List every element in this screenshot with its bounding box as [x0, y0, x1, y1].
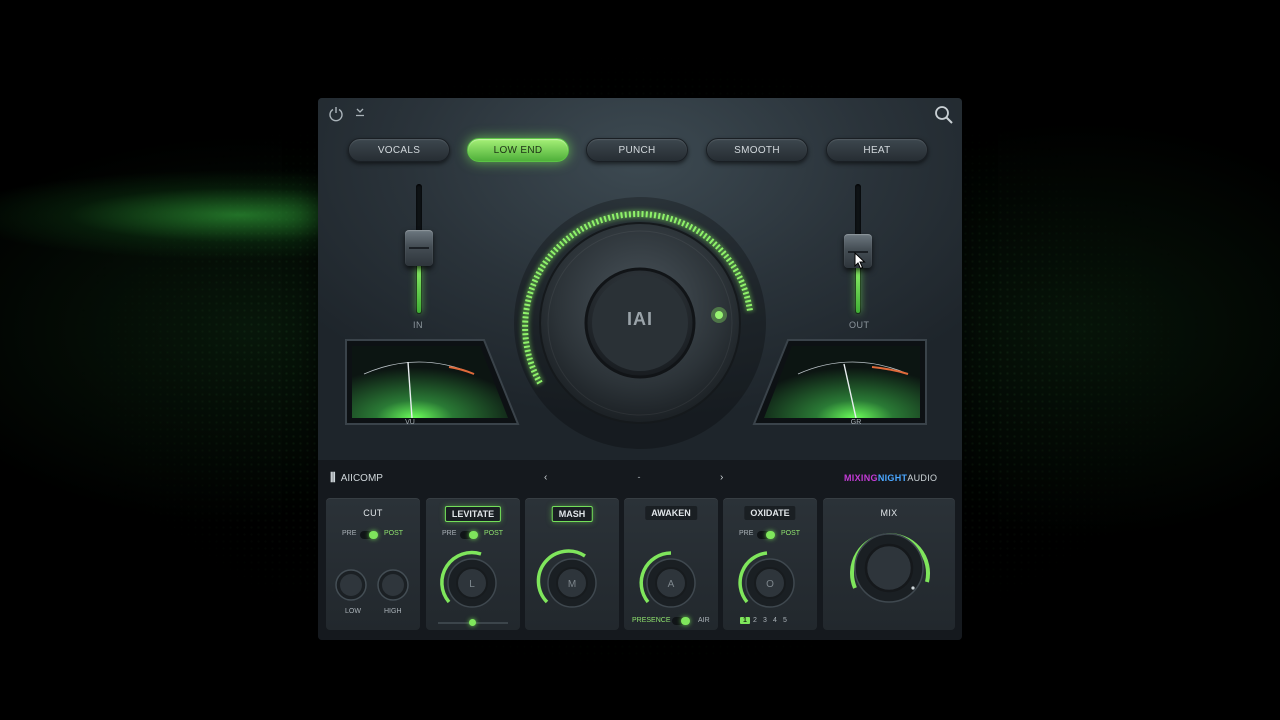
cut-pre-label: PRE: [342, 530, 357, 537]
levitate-module: LEVITATE PRE POST L: [426, 498, 520, 630]
cut-title: CUT: [363, 508, 383, 518]
preset-low-end-button[interactable]: LOW END: [467, 138, 569, 162]
levitate-pre-label: PRE: [442, 530, 457, 537]
input-fader-handle[interactable]: [405, 230, 433, 266]
brand-mark-icon: ⦀: [330, 470, 336, 485]
oxidate-mode-1[interactable]: 1: [740, 617, 750, 624]
vendor-logo-part2: NIGHT: [877, 473, 908, 483]
awaken-presence-label: PRESENCE: [632, 617, 671, 624]
preset-name[interactable]: -: [632, 472, 646, 482]
oxidate-mode-3[interactable]: 3: [760, 617, 770, 624]
input-fader-label: IN: [413, 320, 423, 330]
levitate-button[interactable]: LEVITATE: [444, 506, 502, 522]
oxidate-knob-letter: O: [766, 579, 774, 590]
cut-low-knob[interactable]: [334, 568, 368, 602]
levitate-pre-post-toggle[interactable]: [460, 531, 478, 539]
oxidate-mode-2[interactable]: 2: [750, 617, 760, 624]
main-panel: VOCALS LOW END PUNCH SMOOTH HEAT IN OUT: [318, 98, 962, 460]
vu-meter-label: VU: [405, 419, 415, 426]
input-fader-level: [417, 263, 421, 313]
awaken-presence-air-toggle[interactable]: [672, 617, 690, 625]
vu-meter: VU: [345, 339, 520, 426]
awaken-button[interactable]: AWAKEN: [645, 506, 697, 520]
gr-meter-label: GR: [851, 419, 862, 426]
cut-module: CUT PRE POST LOW HIGH: [326, 498, 420, 630]
preset-punch-button[interactable]: PUNCH: [586, 138, 688, 162]
mash-module: MASH M: [525, 498, 619, 630]
brand-name: AIICOMP: [340, 472, 383, 484]
oxidate-pre-label: PRE: [739, 530, 754, 537]
levitate-knob-letter: L: [469, 579, 475, 590]
download-icon[interactable]: [352, 104, 368, 120]
plugin-window: VOCALS LOW END PUNCH SMOOTH HEAT IN OUT: [318, 98, 962, 640]
power-icon[interactable]: [326, 104, 346, 124]
awaken-air-label: AIR: [698, 617, 710, 624]
vendor-logo-part1: MIXING: [844, 473, 878, 483]
cut-pre-post: PRE POST: [326, 530, 420, 542]
preset-smooth-button[interactable]: SMOOTH: [706, 138, 808, 162]
levitate-post-label: POST: [484, 530, 504, 537]
output-fader-level: [856, 266, 860, 313]
cut-post-label: POST: [384, 530, 404, 537]
chevron-left-icon[interactable]: ‹: [544, 472, 556, 484]
awaken-module: AWAKEN A PRESENCE AIR: [624, 498, 718, 630]
vendor-logo: MIXINGNIGHTAUDIO: [844, 473, 937, 483]
awaken-knob-letter: A: [668, 579, 675, 590]
preset-vocals-button[interactable]: VOCALS: [348, 138, 450, 162]
oxidate-pre-post-toggle[interactable]: [757, 531, 775, 539]
mash-button[interactable]: MASH: [551, 506, 593, 522]
oxidate-pre-post: PRE POST: [723, 530, 817, 542]
mix-module: MIX: [823, 498, 955, 630]
preset-heat-button[interactable]: HEAT: [826, 138, 928, 162]
levitate-pre-post: PRE POST: [426, 530, 520, 542]
search-icon[interactable]: [932, 103, 956, 127]
cut-high-label: HIGH: [384, 608, 402, 615]
levitate-knob[interactable]: L: [435, 546, 509, 610]
center-logo: IAI: [626, 308, 653, 329]
mouse-cursor-icon: [854, 252, 866, 270]
oxidate-module: OXIDATE PRE POST O 12345: [723, 498, 817, 630]
mash-knob-letter: M: [568, 579, 576, 590]
oxidate-mode-5[interactable]: 5: [780, 617, 790, 624]
awaken-knob[interactable]: A: [634, 546, 708, 610]
gr-meter: GR: [752, 339, 927, 426]
cut-low-label: LOW: [345, 608, 361, 615]
oxidate-knob[interactable]: O: [733, 546, 807, 610]
cut-pre-post-toggle[interactable]: [360, 531, 378, 539]
vendor-logo-part3: AUDIO: [907, 473, 938, 483]
mash-knob[interactable]: M: [535, 546, 609, 610]
cut-high-knob[interactable]: [376, 568, 410, 602]
levitate-slider-handle[interactable]: [469, 619, 476, 626]
oxidate-post-label: POST: [781, 530, 801, 537]
mix-knob[interactable]: [841, 522, 937, 612]
oxidate-mode-selector[interactable]: 12345: [740, 617, 790, 624]
oxidate-mode-4[interactable]: 4: [770, 617, 780, 624]
brand-logo: ⦀ AIICOMP: [330, 470, 383, 486]
mix-title: MIX: [880, 508, 898, 518]
chevron-right-icon[interactable]: ›: [720, 472, 732, 484]
preset-bar: VOCALS LOW END PUNCH SMOOTH HEAT: [346, 138, 930, 166]
bottom-section: ⦀ AIICOMP ‹ - › MIXINGNIGHTAUDIO CUT PRE…: [318, 460, 962, 640]
oxidate-button[interactable]: OXIDATE: [744, 506, 796, 520]
output-fader-label: OUT: [849, 320, 870, 330]
